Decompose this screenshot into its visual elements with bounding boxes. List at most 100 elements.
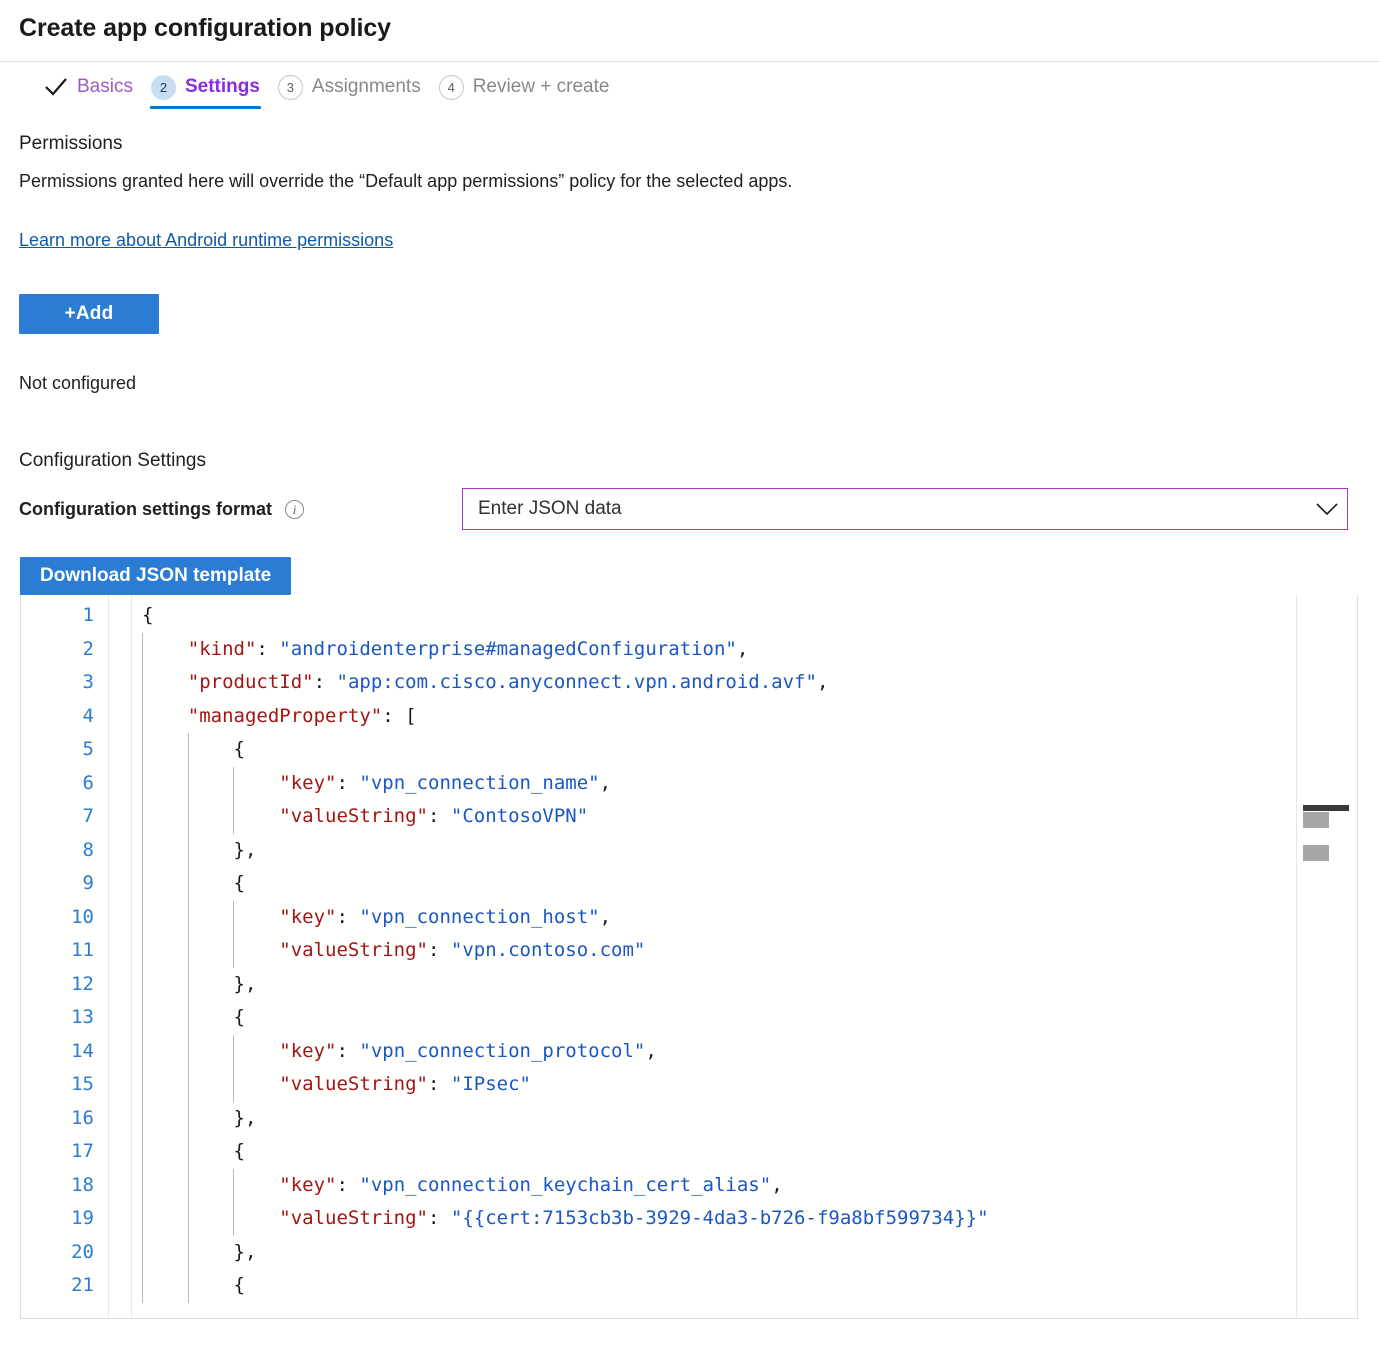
- step-number-3: 3: [278, 75, 303, 100]
- info-icon[interactable]: i: [285, 500, 304, 519]
- code-token-pun: },: [234, 1107, 257, 1129]
- editor-line-number: 1: [21, 599, 108, 633]
- code-token-str: "vpn_connection_host": [359, 906, 599, 928]
- check-icon: [43, 75, 69, 100]
- page-title: Create app configuration policy: [0, 0, 1379, 43]
- code-token-pun: {: [234, 1006, 245, 1028]
- code-token-pun: :: [336, 772, 359, 794]
- code-token-str: "vpn_connection_keychain_cert_alias": [359, 1174, 771, 1196]
- minimap-content-marker-2: [1303, 845, 1329, 861]
- code-token-pun: ,: [600, 906, 611, 928]
- code-token-key: "key": [279, 906, 336, 928]
- code-token-pun: :: [428, 1207, 451, 1229]
- editor-line-number: 11: [21, 934, 108, 968]
- editor-code-line: {: [132, 1135, 1296, 1169]
- json-code-editor[interactable]: 123456789101112131415161718192021 { "kin…: [20, 595, 1358, 1319]
- editor-code-line: {: [132, 733, 1296, 767]
- configuration-format-select[interactable]: Enter JSON data: [462, 488, 1348, 530]
- editor-code-line: {: [132, 1001, 1296, 1035]
- code-token-pun: {: [142, 604, 153, 626]
- configuration-format-row: Configuration settings format i Enter JS…: [19, 488, 1359, 530]
- tab-review-create[interactable]: 4 Review + create: [430, 62, 619, 112]
- editor-code-line: },: [132, 1102, 1296, 1136]
- editor-code-line: {: [132, 867, 1296, 901]
- download-json-template-button[interactable]: Download JSON template: [20, 557, 291, 595]
- add-permission-button[interactable]: +Add: [19, 294, 159, 334]
- code-token-pun: {: [234, 1274, 245, 1296]
- tab-review-create-label: Review + create: [473, 76, 610, 98]
- code-token-str: "vpn.contoso.com": [451, 939, 645, 961]
- editor-line-number: 7: [21, 800, 108, 834]
- editor-indent-guide: [233, 1169, 234, 1236]
- editor-fold-column[interactable]: [109, 595, 132, 1318]
- code-token-pun: },: [234, 973, 257, 995]
- editor-minimap-scrollbar[interactable]: [1296, 595, 1357, 1318]
- code-token-key: "valueString": [279, 939, 428, 961]
- code-token-str: "{{cert:7153cb3b-3929-4da3-b726-f9a8bf59…: [451, 1207, 989, 1229]
- code-token-pun: :: [314, 671, 337, 693]
- code-token-pun: },: [234, 839, 257, 861]
- code-token-pun: {: [234, 738, 245, 760]
- code-token-key: "kind": [188, 638, 257, 660]
- code-token-pun: : [: [382, 705, 416, 727]
- editor-line-number: 15: [21, 1068, 108, 1102]
- code-token-pun: ,: [817, 671, 828, 693]
- code-token-pun: :: [428, 1073, 451, 1095]
- editor-code-line: },: [132, 834, 1296, 868]
- editor-line-number: 13: [21, 1001, 108, 1035]
- active-tab-underline: [150, 106, 261, 109]
- minimap-content-marker-1: [1303, 812, 1329, 828]
- code-token-pun: :: [336, 906, 359, 928]
- step-number-4: 4: [439, 75, 464, 100]
- editor-line-number: 2: [21, 633, 108, 667]
- editor-indent-guide: [142, 633, 143, 1303]
- editor-indent-guide: [233, 767, 234, 834]
- code-token-pun: ,: [645, 1040, 656, 1062]
- code-token-key: "key": [279, 1040, 336, 1062]
- editor-line-number: 14: [21, 1035, 108, 1069]
- editor-line-number-gutter: 123456789101112131415161718192021: [21, 595, 109, 1318]
- code-token-str: "androidenterprise#managedConfiguration": [279, 638, 737, 660]
- editor-code-line: {: [132, 1269, 1296, 1303]
- tab-settings-label: Settings: [185, 76, 260, 98]
- configuration-format-value: Enter JSON data: [463, 498, 1307, 520]
- tab-assignments[interactable]: 3 Assignments: [269, 62, 430, 112]
- editor-code-line: },: [132, 1236, 1296, 1270]
- permissions-heading: Permissions: [19, 133, 1359, 155]
- code-token-key: "valueString": [279, 805, 428, 827]
- code-token-str: "ContosoVPN": [451, 805, 588, 827]
- code-token-str: "vpn_connection_protocol": [359, 1040, 645, 1062]
- editor-code-area[interactable]: { "kind": "androidenterprise#managedConf…: [132, 595, 1296, 1318]
- code-token-pun: {: [234, 872, 245, 894]
- editor-line-number: 16: [21, 1102, 108, 1136]
- editor-line-number: 21: [21, 1269, 108, 1303]
- configuration-format-label: Configuration settings format: [19, 499, 272, 520]
- editor-indent-guide: [188, 733, 189, 1303]
- minimap-viewport-marker[interactable]: [1303, 805, 1349, 811]
- editor-indent-guide: [233, 1035, 234, 1102]
- editor-line-number: 20: [21, 1236, 108, 1270]
- tab-settings[interactable]: 2 Settings: [142, 62, 269, 112]
- editor-line-number: 5: [21, 733, 108, 767]
- code-token-key: "key": [279, 1174, 336, 1196]
- editor-indent-guide: [233, 901, 234, 968]
- editor-code-line: "valueString": "ContosoVPN": [132, 800, 1296, 834]
- editor-line-number: 4: [21, 700, 108, 734]
- chevron-down-icon[interactable]: [1307, 502, 1347, 516]
- editor-line-number: 6: [21, 767, 108, 801]
- editor-code-line: "key": "vpn_connection_keychain_cert_ali…: [132, 1169, 1296, 1203]
- configuration-settings-heading: Configuration Settings: [19, 450, 1359, 472]
- code-token-pun: :: [256, 638, 279, 660]
- code-token-pun: :: [336, 1174, 359, 1196]
- learn-more-link[interactable]: Learn more about Android runtime permiss…: [19, 230, 393, 251]
- editor-code-line: "valueString": "IPsec": [132, 1068, 1296, 1102]
- editor-code-line: {: [132, 599, 1296, 633]
- code-token-key: "key": [279, 772, 336, 794]
- code-token-key: "managedProperty": [188, 705, 382, 727]
- editor-line-number: 3: [21, 666, 108, 700]
- main-content: Permissions Permissions granted here wil…: [0, 133, 1379, 530]
- editor-code-line: "managedProperty": [: [132, 700, 1296, 734]
- code-token-pun: :: [336, 1040, 359, 1062]
- tab-assignments-label: Assignments: [312, 76, 421, 98]
- tab-basics[interactable]: Basics: [34, 62, 142, 112]
